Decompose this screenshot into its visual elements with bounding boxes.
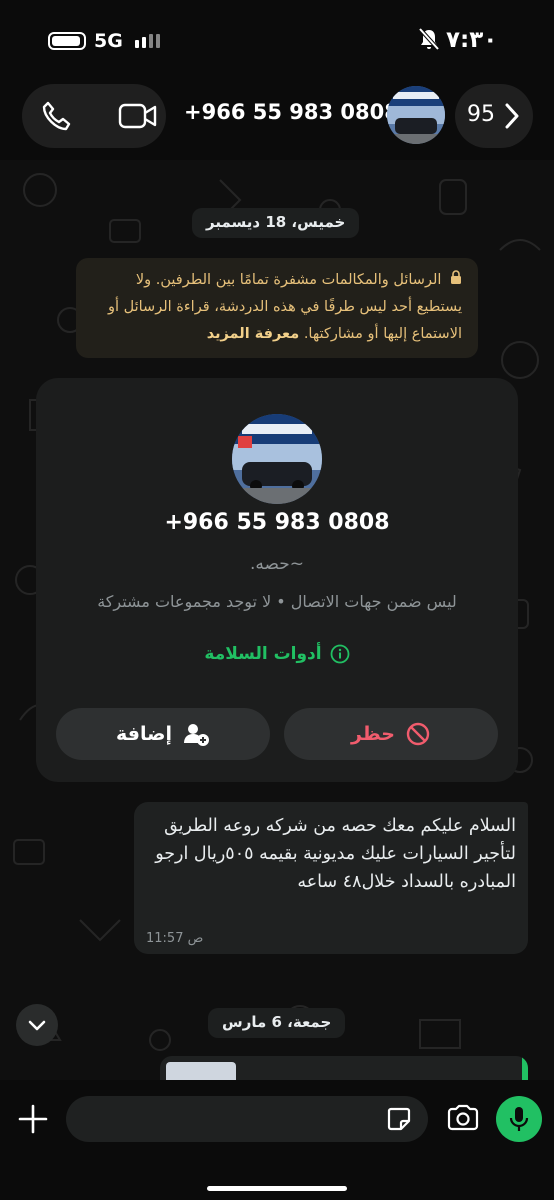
- clock: ٧:٣٠: [446, 27, 498, 53]
- contact-title[interactable]: +966 55 983 0808: [184, 100, 399, 124]
- contact-name: ~حصه.: [249, 554, 304, 574]
- add-label: إضافة: [116, 723, 172, 745]
- battery-icon: [48, 32, 86, 50]
- chevron-down-icon: [28, 1020, 46, 1031]
- scroll-down-button[interactable]: [16, 1004, 58, 1046]
- incoming-message[interactable]: السلام عليكم معك حصه من شركه روعه الطريق…: [134, 802, 528, 954]
- date-chip: جمعة، 6 مارس: [208, 1008, 346, 1038]
- video-icon[interactable]: [118, 102, 158, 130]
- sticker-icon[interactable]: [386, 1106, 412, 1132]
- back-button[interactable]: 95: [455, 84, 533, 148]
- info-icon: [330, 644, 350, 664]
- signal-icon: [135, 34, 160, 48]
- mic-button[interactable]: [496, 1096, 542, 1142]
- block-button[interactable]: حظر: [284, 708, 498, 760]
- contact-number: +966 55 983 0808: [164, 510, 390, 535]
- phone-icon[interactable]: [40, 100, 72, 132]
- contact-info: ليس ضمن جهات الاتصال • لا توجد مجموعات م…: [97, 592, 457, 611]
- message-text: السلام عليكم معك حصه من شركه روعه الطريق…: [155, 816, 516, 892]
- message-input[interactable]: [82, 1108, 372, 1130]
- composer-bar: [0, 1080, 554, 1200]
- bell-off-icon: [418, 27, 440, 51]
- message-input-box[interactable]: [66, 1096, 428, 1142]
- add-contact-button[interactable]: إضافة: [56, 708, 270, 760]
- plus-icon[interactable]: [16, 1102, 50, 1136]
- call-actions: [22, 84, 166, 148]
- encryption-notice[interactable]: الرسائل والمكالمات مشفرة تمامًا بين الطر…: [76, 258, 478, 358]
- message-time: 11:57 ص: [146, 931, 204, 946]
- contact-card: +966 55 983 0808 ~حصه. ليس ضمن جهات الات…: [36, 378, 518, 782]
- status-bar: 5G ٧:٣٠: [0, 0, 554, 80]
- block-icon: [406, 722, 430, 746]
- chevron-right-icon: [505, 103, 519, 129]
- learn-more-link[interactable]: معرفة المزيد: [207, 326, 300, 342]
- avatar[interactable]: [387, 86, 445, 144]
- add-person-icon: [184, 724, 209, 746]
- network-type: 5G: [94, 30, 123, 52]
- safety-tools-label: أدوات السلامة: [204, 644, 322, 664]
- unread-count: 95: [467, 102, 495, 127]
- mic-icon: [509, 1107, 529, 1131]
- home-indicator: [207, 1186, 347, 1191]
- block-label: حظر: [350, 723, 396, 745]
- lock-icon: [451, 270, 461, 284]
- date-chip: خميس، 18 ديسمبر: [192, 208, 360, 238]
- chat-header: +966 55 983 0808 95: [0, 80, 554, 160]
- contact-avatar[interactable]: [232, 414, 322, 504]
- camera-icon[interactable]: [446, 1104, 480, 1132]
- safety-tools-link[interactable]: أدوات السلامة: [36, 644, 518, 664]
